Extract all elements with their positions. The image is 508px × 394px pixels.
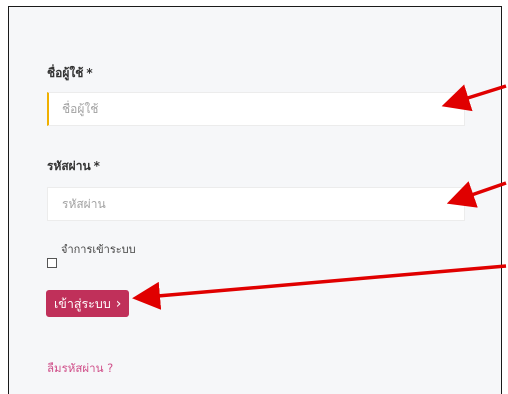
login-button[interactable]: เข้าสู่ระบบ › xyxy=(46,290,130,317)
remember-me-checkbox[interactable] xyxy=(47,258,57,268)
remember-me-label[interactable]: จำการเข้าระบบ xyxy=(61,240,136,258)
username-label-row: ชื่อผู้ใช้ * xyxy=(47,64,93,83)
forgot-password-link[interactable]: ลืมรหัสผ่าน ? xyxy=(47,360,113,378)
password-label-row: รหัสผ่าน * xyxy=(47,157,100,176)
username-label: ชื่อผู้ใช้ xyxy=(47,66,84,80)
remember-me-row: จำการเข้าระบบ xyxy=(47,243,136,268)
screenshot-frame: ชื่อผู้ใช้* รหัสผ่าน* จำการเข้าระบบ เข้า… xyxy=(0,0,508,394)
password-label: รหัสผ่าน xyxy=(47,159,91,173)
chevron-right-icon: › xyxy=(115,295,122,312)
password-required-mark: * xyxy=(93,159,100,173)
username-required-mark: * xyxy=(86,66,93,80)
login-button-label: เข้าสู่ระบบ xyxy=(54,295,111,311)
username-input[interactable] xyxy=(47,92,465,126)
password-input[interactable] xyxy=(47,187,465,221)
